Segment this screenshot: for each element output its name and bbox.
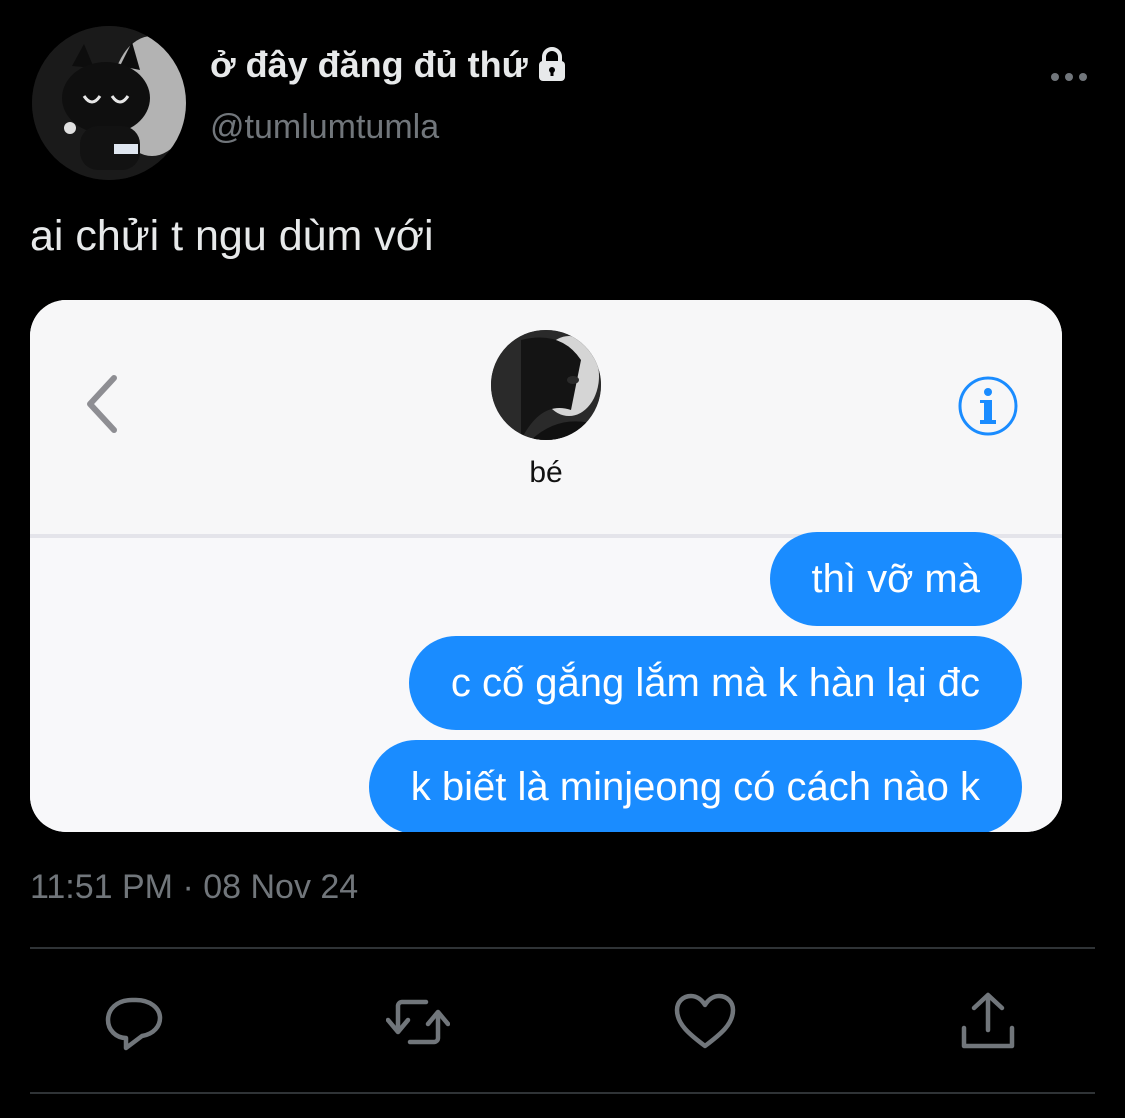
message-header: bé <box>30 300 1062 538</box>
plush-cat-photo <box>32 26 186 180</box>
retweet-icon <box>385 999 451 1045</box>
contact-photo <box>491 330 601 440</box>
message-bubble: c cố gắng lắm mà k hàn lại đc <box>408 636 1022 730</box>
message-bubble: k biết là minjeong có cách nào k <box>368 740 1022 832</box>
reply-button[interactable] <box>102 990 166 1054</box>
info-icon <box>958 376 1018 436</box>
more-options-icon[interactable] <box>1049 62 1089 92</box>
message-bubble: thì vỡ mà <box>769 532 1022 626</box>
author-display-name[interactable]: ở đây đăng đủ thứ <box>210 44 572 86</box>
divider <box>30 1092 1095 1094</box>
retweet-button[interactable] <box>385 990 451 1054</box>
reply-icon <box>105 997 163 1051</box>
tweet-timestamp[interactable]: 11:51 PM · 08 Nov 24 <box>30 868 358 907</box>
display-name-text: ở đây đăng đủ thứ <box>210 44 528 85</box>
share-icon <box>961 992 1015 1049</box>
author-avatar[interactable] <box>32 26 186 180</box>
divider <box>30 947 1095 949</box>
share-button[interactable] <box>956 990 1020 1054</box>
tweet-text: ai chửi t ngu dùm với <box>30 212 434 260</box>
contact-avatar <box>491 330 601 440</box>
heart-icon <box>674 993 736 1049</box>
back-chevron-icon <box>87 375 117 433</box>
like-button[interactable] <box>673 990 737 1054</box>
tweet: ở đây đăng đủ thứ @tumlumtumla ai chửi t… <box>0 0 1125 1118</box>
contact-name: bé <box>529 456 563 489</box>
lock-icon <box>538 47 565 81</box>
tweet-media-image[interactable]: bé thì vỡ mà c cố gắng lắm mà k hàn lại … <box>30 300 1062 832</box>
message-thread: thì vỡ mà c cố gắng lắm mà k hàn lại đc … <box>30 532 1062 832</box>
author-handle[interactable]: @tumlumtumla <box>210 108 439 147</box>
